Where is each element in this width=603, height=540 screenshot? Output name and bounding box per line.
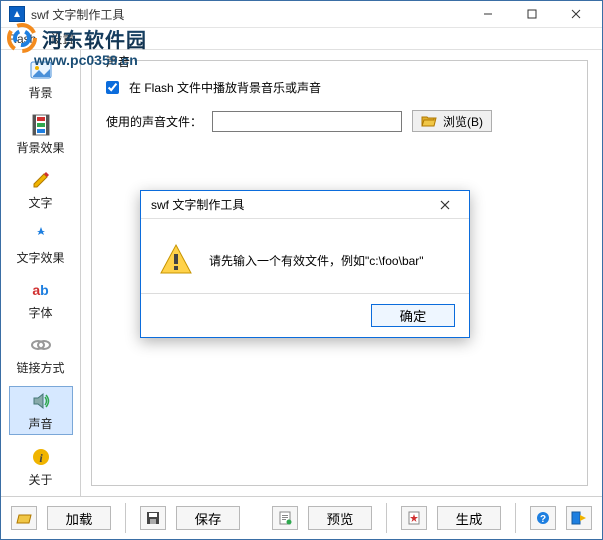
save-button-label: 保存 — [195, 509, 222, 528]
separator — [515, 503, 516, 533]
sidebar-item-background-effect[interactable]: 背景效果 — [9, 111, 73, 158]
load-button[interactable]: 加载 — [47, 506, 111, 530]
sidebar-item-background[interactable]: 背景 — [9, 56, 73, 103]
titlebar: swf 文字制作工具 — [1, 1, 602, 28]
sidebar-item-sound[interactable]: 声音 — [9, 386, 73, 435]
dialog-ok-label: 确定 — [400, 309, 427, 324]
sidebar-item-label: 文字 — [28, 194, 52, 211]
sound-file-label: 使用的声音文件： — [106, 113, 202, 130]
generate-icon-button[interactable] — [401, 506, 427, 530]
close-button[interactable] — [554, 1, 598, 27]
sidebar-item-label: 链接方式 — [16, 359, 64, 376]
sidebar-item-label: 背景 — [28, 84, 52, 101]
window-title: swf 文字制作工具 — [31, 6, 466, 23]
sound-file-input[interactable] — [212, 111, 402, 132]
menu-settings[interactable]: 设置 — [50, 30, 74, 47]
filmstrip-icon — [29, 113, 53, 137]
image-icon — [29, 58, 53, 82]
svg-text:?: ? — [540, 514, 546, 525]
info-icon: i — [29, 445, 53, 469]
generate-button[interactable]: 生成 — [437, 506, 501, 530]
save-button[interactable]: 保存 — [176, 506, 240, 530]
load-button-label: 加载 — [66, 509, 93, 528]
sidebar-item-label: 文字效果 — [16, 249, 64, 266]
dialog-close-button[interactable] — [427, 193, 463, 217]
save-icon-button[interactable] — [140, 506, 166, 530]
sidebar-item-link-mode[interactable]: 链接方式 — [9, 331, 73, 378]
app-icon — [9, 6, 25, 22]
menubar: Flash 设置 — [1, 28, 602, 50]
separator — [386, 503, 387, 533]
sidebar-item-label: 字体 — [28, 304, 52, 321]
browse-button[interactable]: 浏览(B) — [412, 110, 492, 132]
folder-open-icon — [16, 512, 32, 524]
speaker-icon — [29, 389, 53, 413]
play-sound-label: 在 Flash 文件中播放背景音乐或声音 — [129, 79, 321, 96]
groupbox-legend: 声音 — [102, 53, 134, 70]
help-icon: ? — [536, 511, 550, 525]
effect-icon — [29, 223, 53, 247]
exit-icon-button[interactable] — [566, 506, 592, 530]
doc-icon — [278, 511, 292, 525]
sidebar-item-label: 关于 — [28, 471, 52, 488]
menu-flash[interactable]: Flash — [7, 32, 36, 46]
dialog-titlebar: swf 文字制作工具 — [141, 191, 469, 219]
dialog-ok-button[interactable]: 确定 — [371, 304, 455, 327]
toolbar-bottom: 加载 保存 预览 生成 ? — [1, 496, 602, 539]
sidebar-item-label: 声音 — [28, 415, 52, 432]
minimize-button[interactable] — [466, 1, 510, 27]
dialog-message: 请先输入一个有效文件，例如"c:\foo\bar" — [209, 252, 424, 269]
sidebar-item-text[interactable]: 文字 — [9, 166, 73, 213]
preview-button-label: 预览 — [327, 509, 354, 528]
preview-icon-button[interactable] — [272, 506, 298, 530]
separator — [125, 503, 126, 533]
link-icon — [29, 333, 53, 357]
help-icon-button[interactable]: ? — [530, 506, 556, 530]
preview-button[interactable]: 预览 — [308, 506, 372, 530]
sidebar-item-font[interactable]: ab 字体 — [9, 276, 73, 323]
folder-open-icon — [421, 115, 437, 127]
sidebar-item-about[interactable]: i 关于 — [9, 443, 73, 490]
warning-icon — [159, 243, 193, 277]
sidebar: 背景 背景效果 文字 文字效果 — [1, 50, 81, 496]
generate-button-label: 生成 — [456, 509, 483, 528]
sidebar-item-text-effect[interactable]: 文字效果 — [9, 221, 73, 268]
open-icon-button[interactable] — [11, 506, 37, 530]
pencil-icon — [29, 168, 53, 192]
maximize-button[interactable] — [510, 1, 554, 27]
font-icon: ab — [29, 278, 53, 302]
sidebar-item-label: 背景效果 — [16, 139, 64, 156]
doc-star-icon — [407, 511, 421, 525]
exit-icon — [571, 511, 587, 525]
floppy-icon — [146, 511, 160, 525]
play-sound-checkbox[interactable] — [106, 81, 119, 94]
browse-button-label: 浏览(B) — [443, 113, 483, 130]
dialog-title: swf 文字制作工具 — [151, 196, 427, 213]
message-dialog: swf 文字制作工具 请先输入一个有效文件，例如"c:\foo\bar" 确定 — [140, 190, 470, 338]
